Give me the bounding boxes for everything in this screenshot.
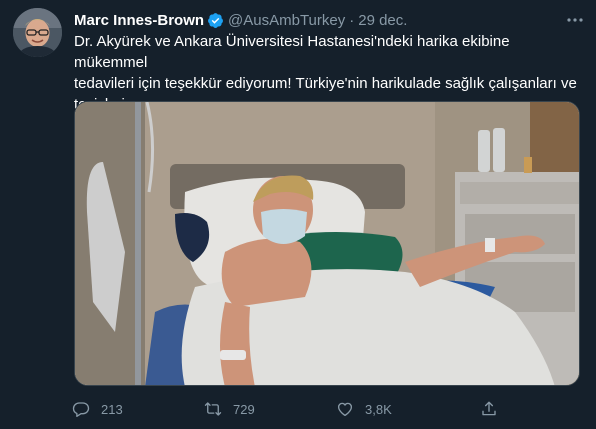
like-count: 3,8K <box>365 401 392 417</box>
tweet[interactable]: Marc Innes-Brown @AusAmbTurkey · 29 dec.… <box>0 0 596 429</box>
reply-icon[interactable] <box>64 395 98 423</box>
retweet-button[interactable]: 729 <box>196 395 255 423</box>
tweet-actions: 213 729 3,8K <box>64 395 524 423</box>
tweet-date[interactable]: 29 dec. <box>358 12 407 29</box>
verified-badge-icon <box>207 12 224 29</box>
reply-button[interactable]: 213 <box>64 395 123 423</box>
tweet-text-line: Dr. Akyürek ve Ankara Üniversitesi Hasta… <box>74 33 510 71</box>
like-button[interactable]: 3,8K <box>328 395 392 423</box>
avatar[interactable] <box>13 8 62 57</box>
tweet-photo[interactable] <box>74 101 580 386</box>
retweet-count: 729 <box>233 401 255 417</box>
share-button[interactable] <box>472 395 506 423</box>
author-display-name[interactable]: Marc Innes-Brown <box>74 12 204 29</box>
separator-dot: · <box>349 11 355 29</box>
retweet-icon[interactable] <box>196 395 230 423</box>
share-icon[interactable] <box>472 395 506 423</box>
tweet-header: Marc Innes-Brown @AusAmbTurkey · 29 dec. <box>74 9 586 31</box>
tweet-text-line: tedavileri için teşekkür ediyorum! Türki… <box>74 75 577 92</box>
author-handle[interactable]: @AusAmbTurkey <box>228 12 345 29</box>
heart-icon[interactable] <box>328 395 362 423</box>
more-options-icon[interactable] <box>564 11 586 29</box>
reply-count: 213 <box>101 401 123 417</box>
